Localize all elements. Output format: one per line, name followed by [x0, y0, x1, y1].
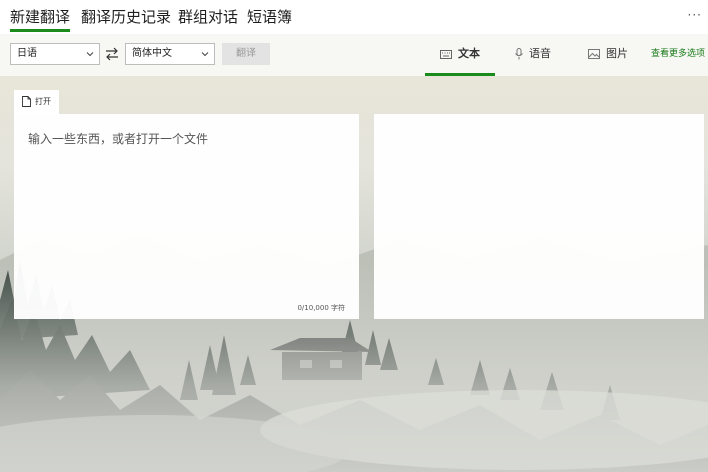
microphone-icon	[515, 48, 523, 60]
translation-output-panel	[374, 114, 704, 319]
tab-translation-history[interactable]: 翻译历史记录	[81, 7, 171, 27]
mode-tab-voice-label: 语音	[529, 47, 551, 60]
mode-tab-text[interactable]: 文本	[440, 34, 480, 74]
tab-group-conversation[interactable]: 群组对话	[178, 7, 238, 27]
chevron-down-icon	[86, 52, 94, 57]
more-menu-button[interactable]: ···	[688, 8, 702, 22]
keyboard-icon	[440, 49, 452, 59]
mode-tab-image-label: 图片	[606, 47, 628, 60]
chevron-down-icon	[201, 52, 209, 57]
source-text-panel[interactable]: 输入一些东西，或者打开一个文件 0/10,000 字符	[14, 114, 359, 319]
translate-button[interactable]: 翻译	[222, 43, 270, 65]
target-language-select[interactable]: 简体中文	[125, 43, 215, 65]
mode-tab-image[interactable]: 图片	[588, 34, 628, 74]
mode-tab-voice[interactable]: 语音	[515, 34, 551, 74]
source-language-value: 日语	[17, 48, 37, 59]
translation-toolbar: 日语 简体中文 翻译 文本 语音 图片 查看更多选项	[0, 34, 708, 76]
open-file-label: 打开	[35, 97, 51, 106]
swap-languages-icon[interactable]	[105, 47, 119, 61]
more-options-link[interactable]: 查看更多选项	[651, 34, 705, 74]
source-input-placeholder: 输入一些东西，或者打开一个文件	[28, 132, 209, 146]
image-icon	[588, 49, 600, 59]
tab-phrasebook[interactable]: 短语簿	[247, 7, 292, 27]
mode-tab-text-label: 文本	[458, 47, 480, 60]
open-file-button[interactable]: 打开	[14, 90, 59, 114]
top-navigation: 新建翻译 翻译历史记录 群组对话 短语簿 ···	[0, 0, 708, 34]
active-mode-indicator	[425, 73, 495, 76]
target-language-value: 简体中文	[132, 48, 172, 59]
tab-new-translation[interactable]: 新建翻译	[10, 7, 71, 32]
document-icon	[22, 96, 31, 107]
source-language-select[interactable]: 日语	[10, 43, 100, 65]
character-count: 0/10,000 字符	[297, 304, 345, 312]
